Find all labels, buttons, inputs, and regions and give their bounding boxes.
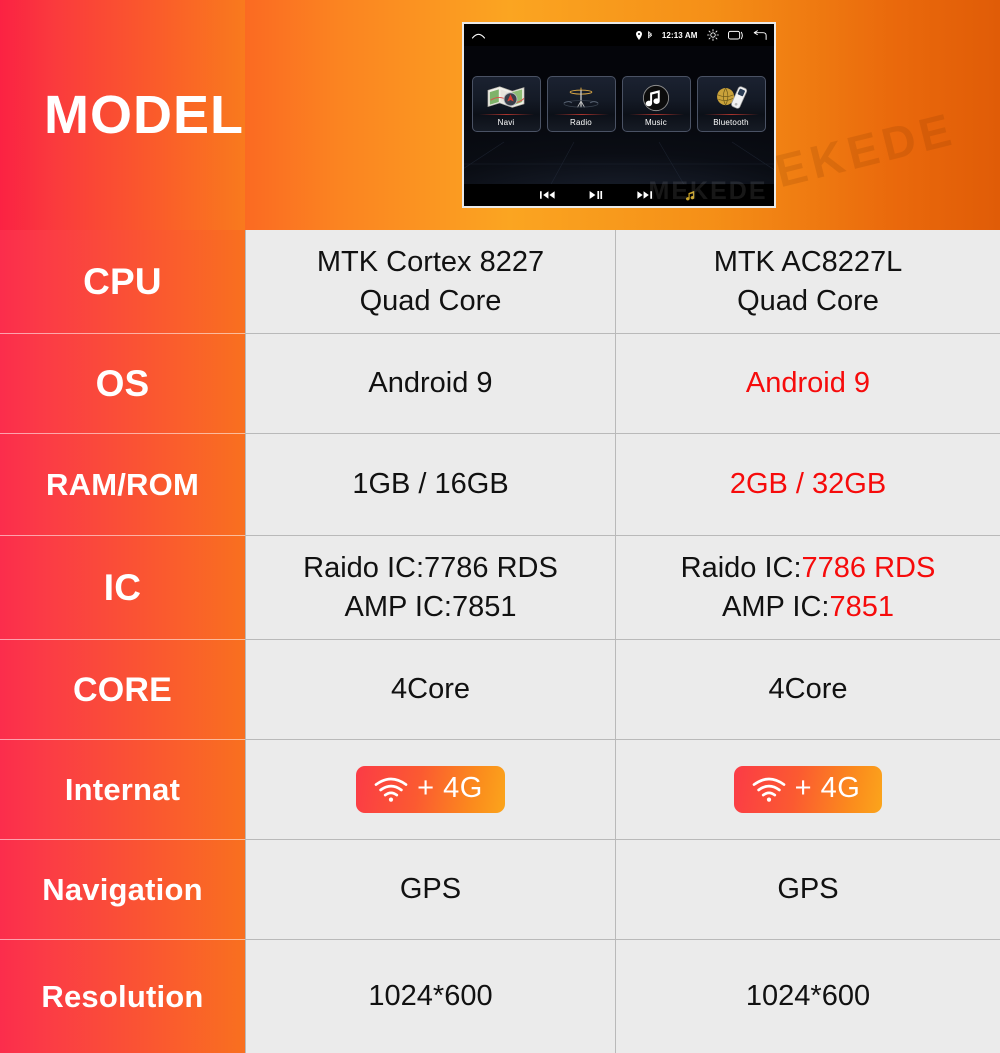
value-line: 1024*600 [368, 980, 493, 1013]
wifi-icon [752, 777, 786, 802]
cell-cpu-product-b: MTK AC8227L Quad Core [615, 230, 1000, 334]
row-label-text: CPU [83, 261, 162, 302]
row-label-resolution: Resolution [0, 940, 245, 1053]
value-line: AMP IC:7851 [722, 588, 894, 627]
value-line: AMP IC:7851 [344, 590, 517, 623]
cell-os-product-a: Android 9 [245, 334, 615, 434]
status-bar-left-group [471, 30, 486, 40]
value-line: GPS [777, 873, 839, 906]
app-tile-music[interactable]: Music [621, 76, 691, 132]
value-highlight: 7786 RDS [801, 551, 936, 584]
internet-badge-a: + 4G [356, 766, 505, 813]
row-label-text: Resolution [41, 979, 204, 1014]
row-label-cpu: CPU [0, 230, 245, 334]
back-arrow-icon[interactable] [753, 29, 767, 41]
app-tile-bluetooth[interactable]: Bluetooth [696, 76, 766, 132]
value-line: Quad Core [737, 284, 879, 317]
row-label-text: RAM/ROM [46, 467, 199, 502]
wifi-icon [374, 777, 408, 802]
cell-internet-product-b: + 4G [615, 740, 1000, 840]
app-tile-navi[interactable]: Navi [471, 76, 541, 132]
location-pin-icon [635, 30, 642, 40]
cell-navigation-product-a: GPS [245, 840, 615, 940]
device-playback-bar: MEKEDE [463, 177, 774, 206]
value-line: GPS [399, 873, 462, 906]
app-tile-label: Music [645, 118, 667, 127]
device-home-screen: Navi Radio Music Bluetooth [463, 46, 774, 184]
value-line: Raido IC:7786 RDS [303, 551, 558, 584]
brightness-sun-icon[interactable] [706, 29, 719, 41]
music-note-small-icon[interactable] [686, 190, 697, 201]
value-line: 1GB / 16GB [352, 468, 509, 501]
value-line: Raido IC:7786 RDS [681, 549, 936, 588]
device-status-bar: 12:13 AM [463, 24, 774, 46]
app-tile-row: Navi Radio Music Bluetooth [471, 76, 766, 132]
value-line: Quad Core [359, 284, 502, 317]
cell-resolution-product-a: 1024*600 [245, 940, 615, 1053]
internet-badge-label: + 4G [794, 772, 861, 804]
cell-resolution-product-b: 1024*600 [615, 940, 1000, 1053]
value-line: 4Core [391, 673, 470, 706]
map-navigation-icon [486, 82, 526, 113]
app-tile-label: Navi [497, 118, 515, 127]
app-tile-radio[interactable]: Radio [546, 76, 616, 132]
app-tile-label: Radio [570, 118, 592, 127]
cell-ic-product-a: Raido IC:7786 RDS AMP IC:7851 [245, 536, 615, 640]
value-line: 4Core [768, 673, 848, 706]
music-note-icon [641, 82, 671, 113]
value-highlight: 7851 [829, 590, 894, 623]
status-bar-right-group: 12:13 AM [635, 29, 767, 41]
internet-badge-b: + 4G [733, 766, 883, 813]
status-bar-clock: 12:13 AM [661, 30, 698, 40]
row-label-os: OS [0, 334, 245, 434]
home-icon[interactable] [471, 30, 486, 40]
row-label-navigation: Navigation [0, 840, 245, 940]
play-pause-icon[interactable] [589, 190, 603, 200]
row-label-text: CORE [72, 670, 173, 709]
value-prefix: Raido IC: [680, 551, 802, 584]
row-label-text: Internat [64, 772, 181, 807]
value-line-highlight: 2GB / 32GB [729, 468, 887, 501]
spec-comparison-page: MODEL MEKEDE 12:13 AM Navi Radio Music B… [0, 0, 1000, 1053]
value-line: MTK Cortex 8227 [316, 245, 545, 278]
cell-navigation-product-b: GPS [615, 840, 1000, 940]
value-line: MTK AC8227L [713, 245, 903, 278]
cell-core-product-b: 4Core [615, 640, 1000, 740]
spec-comparison-table: MODEL MEKEDE 12:13 AM Navi Radio Music B… [0, 0, 1000, 1053]
row-label-ic: IC [0, 536, 245, 640]
cell-ic-product-b: Raido IC:7786 RDS AMP IC:7851 [615, 536, 1000, 640]
value-line: 1024*600 [745, 980, 871, 1013]
row-label-text: OS [95, 363, 150, 404]
radio-tower-icon [561, 82, 601, 113]
recents-square-icon[interactable] [727, 30, 744, 41]
row-label-core: CORE [0, 640, 245, 740]
row-label-text: Navigation [42, 872, 203, 907]
model-header-label-cell: MODEL [0, 0, 245, 230]
value-prefix: AMP IC: [722, 590, 830, 623]
head-unit-device-mock: 12:13 AM Navi Radio Music Bluetooth MEKE… [461, 22, 776, 208]
bluetooth-phone-icon [711, 82, 751, 113]
row-label-internet: Internat [0, 740, 245, 840]
cell-cpu-product-a: MTK Cortex 8227 Quad Core [245, 230, 615, 334]
bluetooth-icon [647, 30, 653, 40]
model-header-media-cell: MEKEDE 12:13 AM Navi Radio Music Bluetoo… [245, 0, 1000, 230]
internet-badge-label: + 4G [417, 772, 483, 804]
skip-previous-icon[interactable] [540, 190, 555, 200]
cell-ram-rom-product-a: 1GB / 16GB [245, 434, 615, 536]
cell-os-product-b: Android 9 [615, 334, 1000, 434]
cell-core-product-a: 4Core [245, 640, 615, 740]
row-label-ram-rom: RAM/ROM [0, 434, 245, 536]
value-line-highlight: Android 9 [745, 367, 871, 400]
row-label-text: IC [103, 567, 142, 608]
model-header-label: MODEL [44, 85, 244, 145]
cell-ram-rom-product-b: 2GB / 32GB [615, 434, 1000, 536]
skip-next-icon[interactable] [637, 190, 652, 200]
cell-internet-product-a: + 4G [245, 740, 615, 840]
value-line: Android 9 [368, 367, 493, 400]
app-tile-label: Bluetooth [713, 118, 749, 127]
